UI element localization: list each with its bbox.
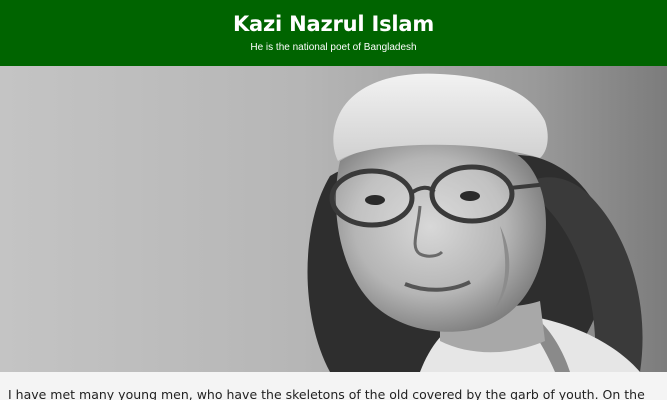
article-paragraph: I have met many young men, who have the … <box>0 372 667 400</box>
hero-portrait-image <box>0 66 667 372</box>
site-header: Kazi Nazrul Islam He is the national poe… <box>0 0 667 66</box>
page: Kazi Nazrul Islam He is the national poe… <box>0 0 667 400</box>
page-title: Kazi Nazrul Islam <box>232 12 435 36</box>
page-subtitle: He is the national poet of Bangladesh <box>250 42 417 53</box>
portrait-photo <box>0 66 667 372</box>
